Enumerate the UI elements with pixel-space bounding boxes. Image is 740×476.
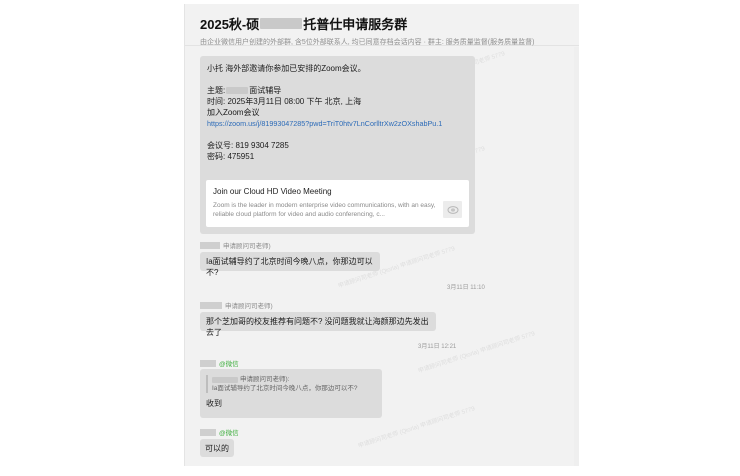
message-list[interactable]: 申请顾问司老师 (Qiorla) 申请顾问司老师 5779 申请顾问司老师 (Q… [185, 47, 579, 466]
card-description: Zoom is the leader in modern enterprise … [213, 202, 436, 218]
link-preview-card[interactable]: Join our Cloud HD Video Meeting Zoom is … [206, 180, 469, 227]
chat-header: 2025秋-硕 托普仕申请服务群 由企业微信用户创建的外部群, 含5位外部联系人… [185, 4, 579, 46]
reply-message[interactable]: 申请顾问司老师): Ia面试辅导约了北京时间今晚八点，你那边可以不? 收到 [200, 369, 382, 418]
scrollbar[interactable] [574, 47, 579, 466]
meeting-topic: 主题: 面试辅导 [207, 86, 282, 95]
chat-message[interactable]: 可以的 [200, 439, 234, 457]
chat-message[interactable]: 那个芝加哥的校友推荐有问题不? 没问题我就让海颜那边先发出去了 [200, 312, 436, 337]
message-timestamp: 3月11日 11:10 [447, 285, 485, 291]
zoom-invite-message[interactable]: 小托 海外部邀请你参加已安排的Zoom会议。 主题: 面试辅导 时间: 2025年… [200, 56, 475, 234]
quoted-message[interactable]: 申请顾问司老师): Ia面试辅导约了北京时间今晚八点，你那边可以不? [206, 375, 376, 393]
message-sender: 申请顾问司老师) [200, 240, 271, 250]
zoom-link[interactable]: https://zoom.us/j/81993047285?pwd=TriT0h… [207, 118, 468, 129]
invite-line: 小托 海外部邀请你参加已安排的Zoom会议。 [207, 64, 366, 73]
avatar [200, 359, 216, 367]
watermark: 申请顾问司老师 (Qiorla) 申请顾问司老师 5779 [417, 331, 536, 375]
message-text: 收到 [206, 399, 222, 408]
chat-title: 2025秋-硕 托普仕申请服务群 [200, 14, 579, 33]
meeting-time: 时间: 2025年3月11日 08:00 下午 北京, 上海 [207, 97, 362, 106]
message-timestamp: 3月11日 12:21 [418, 344, 457, 350]
chat-message[interactable]: Ia面试辅导约了北京时间今晚八点，你那边可以不? [200, 252, 380, 277]
redacted-name [260, 18, 303, 29]
card-title: Join our Cloud HD Video Meeting [213, 187, 332, 196]
redacted-name [226, 87, 249, 95]
chat-window: 2025秋-硕 托普仕申请服务群 由企业微信用户创建的外部群, 含5位外部联系人… [184, 4, 579, 466]
meeting-id: 会议号: 819 9304 7285 [207, 141, 289, 150]
redacted-name [212, 376, 238, 383]
quote-text: Ia面试辅导约了北京时间今晚八点，你那边可以不? [212, 385, 358, 392]
chat-subtitle: 由企业微信用户创建的外部群, 含5位外部联系人, 均已同意存档会话内容 · 群主… [200, 39, 535, 46]
avatar [200, 428, 216, 436]
avatar [200, 301, 222, 309]
link-thumbnail-icon [443, 201, 462, 218]
avatar [200, 241, 220, 249]
message-sender: @微信 [200, 427, 239, 437]
meeting-password: 密码: 475951 [207, 152, 255, 161]
message-sender: @微信 [200, 358, 239, 368]
chat-title-prefix: 2025秋-硕 [200, 17, 260, 32]
message-sender: 申请顾问司老师) [200, 300, 273, 310]
join-label: 加入Zoom会议 [207, 108, 260, 117]
chat-title-suffix: 托普仕申请服务群 [303, 17, 408, 32]
